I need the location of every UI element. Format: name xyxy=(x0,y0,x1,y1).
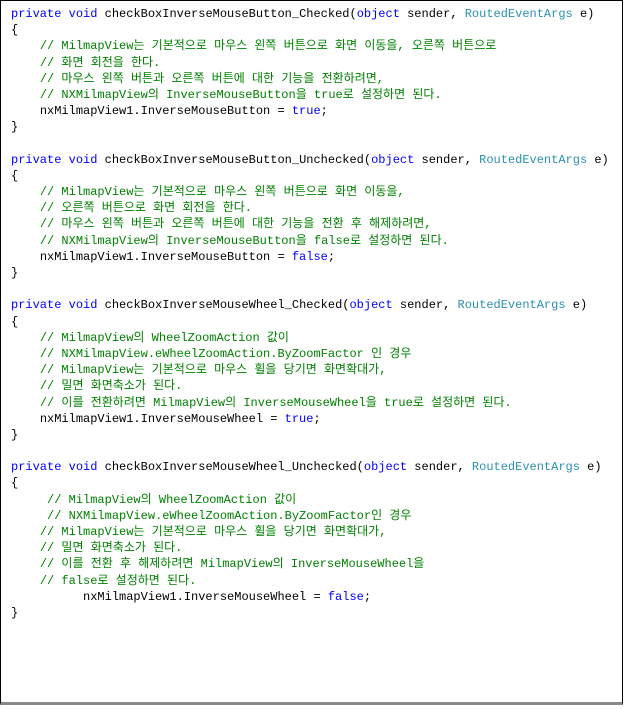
code-token xyxy=(11,331,40,345)
code-token: checkBoxInverseMouseButton_Unchecked( xyxy=(97,153,371,167)
code-token: checkBoxInverseMouseWheel_Checked( xyxy=(97,298,349,312)
code-token: RoutedEventArgs xyxy=(472,460,580,474)
code-token: e) xyxy=(587,153,609,167)
code-token xyxy=(11,493,47,507)
code-token: nxMilmapView1.InverseMouseButton = xyxy=(11,104,292,118)
code-token: void xyxy=(69,7,98,21)
code-token: } xyxy=(11,606,18,620)
code-token: // MilmapView는 기본적으로 마우스 휠을 당기면 화면확대가, xyxy=(40,525,387,539)
code-token: // 이를 전환하려면 MilmapView의 InverseMouseWhee… xyxy=(40,396,512,410)
code-token: // MilmapView는 기본적으로 마우스 왼쪽 버튼으로 화면 이동을,… xyxy=(40,39,497,53)
code-token xyxy=(61,298,68,312)
code-token: checkBoxInverseMouseButton_Checked( xyxy=(97,7,356,21)
code-token: RoutedEventArgs xyxy=(465,7,573,21)
code-token: { xyxy=(11,315,18,329)
code-token: // MilmapView의 WheelZoomAction 값이 xyxy=(47,493,296,507)
code-token: e) xyxy=(566,298,588,312)
code-token: ; xyxy=(313,412,320,426)
code-token: // 마우스 왼쪽 버튼과 오른쪽 버튼에 대한 기능을 전환 후 해제하려면, xyxy=(40,217,432,231)
code-token: // MilmapView는 기본적으로 마우스 왼쪽 버튼으로 화면 이동을, xyxy=(40,185,405,199)
code-token: private xyxy=(11,7,61,21)
code-token: nxMilmapView1.InverseMouseWheel = xyxy=(11,412,285,426)
code-token xyxy=(11,185,40,199)
code-token xyxy=(11,557,40,571)
code-token: RoutedEventArgs xyxy=(479,153,587,167)
code-token: // 오른쪽 버튼으로 화면 회전을 한다. xyxy=(40,201,252,215)
code-token: void xyxy=(69,153,98,167)
code-token: // 밀면 화면축소가 된다. xyxy=(40,379,183,393)
code-token: ; xyxy=(321,104,328,118)
code-token: // NXMilmapView의 InverseMouseButton을 tru… xyxy=(40,88,442,102)
code-token xyxy=(11,541,40,555)
code-token xyxy=(11,234,40,248)
code-token: void xyxy=(69,298,98,312)
code-token xyxy=(11,525,40,539)
code-token xyxy=(11,39,40,53)
code-token xyxy=(61,460,68,474)
code-token: { xyxy=(11,169,18,183)
code-token: // 밀면 화면축소가 된다. xyxy=(40,541,183,555)
code-token: private xyxy=(11,460,61,474)
code-token xyxy=(11,72,40,86)
code-token: false xyxy=(328,590,364,604)
code-token: { xyxy=(11,23,18,37)
code-token: { xyxy=(11,476,18,490)
code-token: e) xyxy=(580,460,602,474)
code-token: void xyxy=(69,460,98,474)
code-token: object xyxy=(349,298,392,312)
code-token xyxy=(11,363,40,377)
code-token: // NXMilmapView의 InverseMouseButton을 fal… xyxy=(40,234,449,248)
code-token: // MilmapView는 기본적으로 마우스 휠을 당기면 화면확대가, xyxy=(40,363,387,377)
code-token xyxy=(11,574,40,588)
code-token: // NXMilmapView.eWheelZoomAction.ByZoomF… xyxy=(47,509,411,523)
code-token xyxy=(61,7,68,21)
code-token: } xyxy=(11,120,18,134)
code-token xyxy=(11,88,40,102)
code-token: e) xyxy=(573,7,595,21)
code-token: sender, xyxy=(400,7,465,21)
code-token xyxy=(61,153,68,167)
code-token: true xyxy=(292,104,321,118)
code-token: object xyxy=(357,7,400,21)
code-token xyxy=(11,347,40,361)
code-token: sender, xyxy=(393,298,458,312)
code-token xyxy=(11,201,40,215)
code-token: } xyxy=(11,266,18,280)
code-token: // false로 설정하면 된다. xyxy=(40,574,197,588)
code-token xyxy=(11,509,47,523)
code-token: false xyxy=(292,250,328,264)
code-token: ; xyxy=(364,590,371,604)
code-token: true xyxy=(285,412,314,426)
code-token xyxy=(11,379,40,393)
code-token: nxMilmapView1.InverseMouseButton = xyxy=(11,250,292,264)
code-token xyxy=(11,56,40,70)
code-token: object xyxy=(364,460,407,474)
code-token xyxy=(11,217,40,231)
code-token: // 이를 전환 후 해제하려면 MilmapView의 InverseMous… xyxy=(40,557,425,571)
code-token: // 화면 회전을 한다. xyxy=(40,56,161,70)
code-token xyxy=(11,396,40,410)
code-token: // MilmapView의 WheelZoomAction 값이 xyxy=(40,331,289,345)
code-token: } xyxy=(11,428,18,442)
code-token: // 마우스 왼쪽 버튼과 오른쪽 버튼에 대한 기능을 전환하려면, xyxy=(40,72,384,86)
code-token: // NXMilmapView.eWheelZoomAction.ByZoomF… xyxy=(40,347,412,361)
code-token: private xyxy=(11,298,61,312)
code-token: RoutedEventArgs xyxy=(458,298,566,312)
code-block: private void checkBoxInverseMouseButton_… xyxy=(0,0,623,705)
code-token: ; xyxy=(328,250,335,264)
code-token: private xyxy=(11,153,61,167)
code-token: nxMilmapView1.InverseMouseWheel = xyxy=(11,590,328,604)
code-token: object xyxy=(371,153,414,167)
code-token: sender, xyxy=(407,460,472,474)
code-token: sender, xyxy=(414,153,479,167)
code-token: checkBoxInverseMouseWheel_Unchecked( xyxy=(97,460,363,474)
